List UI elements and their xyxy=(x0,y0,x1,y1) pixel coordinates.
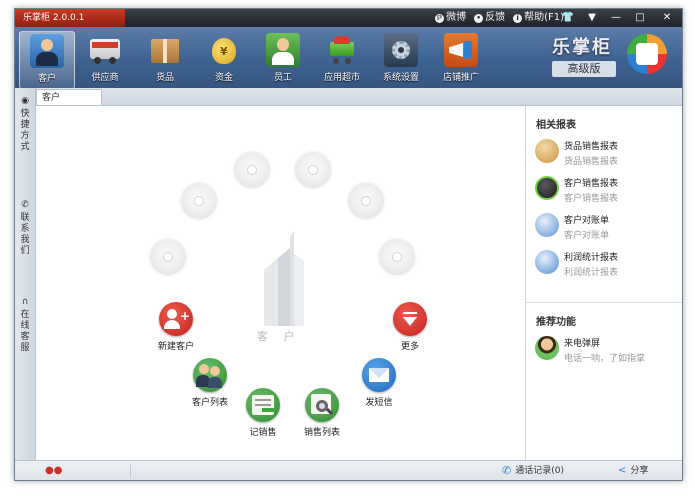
money-bag-icon: ¥ xyxy=(207,33,241,67)
record-sale-button[interactable]: 记销售 xyxy=(233,388,293,438)
customers-group-icon xyxy=(193,358,227,392)
toolbar-settings[interactable]: 系统设置 xyxy=(374,31,428,87)
tab-customers[interactable]: 客户 xyxy=(36,89,102,105)
report-customer-statement[interactable]: 客户对账单 客户对账单 xyxy=(526,210,682,247)
call-log-button[interactable]: ✆ 通话记录(0) xyxy=(502,461,564,480)
maximize-button[interactable]: □ xyxy=(628,9,652,27)
share-icon: < xyxy=(618,465,627,476)
customer-report-icon xyxy=(535,176,559,200)
toolbar-funds[interactable]: ¥ 资金 xyxy=(197,31,251,87)
hub-center-label: 客 户 xyxy=(257,330,301,343)
gear-icon xyxy=(384,33,418,67)
app-window: 乐掌柜 2.0.0.1 ℙ 微博 • 反馈 i 帮助(F1) 👕 ▼ — □ ✕ xyxy=(14,8,683,481)
empty-slot xyxy=(150,239,186,275)
app-logo-icon xyxy=(627,34,667,74)
report-goods-sales[interactable]: 货品销售报表 货品销售报表 xyxy=(526,136,682,173)
box-icon xyxy=(148,33,182,67)
new-customer-button[interactable]: + 新建客户 xyxy=(146,302,206,352)
app-title: 乐掌柜 2.0.0.1 xyxy=(15,9,125,27)
reports-title: 相关报表 xyxy=(536,120,576,131)
minimize-button[interactable]: — xyxy=(604,9,628,27)
close-button[interactable]: ✕ xyxy=(652,9,682,27)
empty-slot xyxy=(379,239,415,275)
status-divider xyxy=(130,464,131,478)
sales-book-icon xyxy=(246,388,280,422)
sidebar-contact-us[interactable]: ✆ 联 系 我 们 xyxy=(15,200,35,257)
window-controls: 👕 ▼ — □ ✕ xyxy=(556,9,682,27)
tab-strip: 客户 xyxy=(36,88,682,106)
report-customer-sales[interactable]: 客户销售报表 客户销售报表 xyxy=(526,173,682,210)
profit-chart-icon xyxy=(535,250,559,274)
employee-icon xyxy=(266,33,300,67)
brand-mark: 乐掌柜 高级版 xyxy=(552,33,626,77)
toolbar-app-market[interactable]: 应用超市 xyxy=(315,31,369,87)
report-profit[interactable]: 利润统计报表 利润统计报表 xyxy=(526,247,682,284)
share-button[interactable]: < 分享 xyxy=(618,461,648,480)
customer-hub: 客 户 + 新建客户 客户列表 记销售 销售列表 发短信 更多 xyxy=(36,106,524,460)
add-user-icon: + xyxy=(159,302,193,336)
sales-search-icon xyxy=(305,388,339,422)
empty-slot xyxy=(348,183,384,219)
skyline-illustration xyxy=(264,230,304,326)
status-bar: ●● ✆ 通话记录(0) < 分享 xyxy=(15,460,682,480)
menu-dropdown-button[interactable]: ▼ xyxy=(580,9,604,27)
sidebar-shortcuts[interactable]: ◉ 快 捷 方 式 xyxy=(15,96,35,153)
left-sidebar: ◉ 快 捷 方 式 ✆ 联 系 我 们 ∩ 在 线 客 服 xyxy=(15,88,36,460)
customer-avatar-icon xyxy=(30,34,64,68)
send-sms-button[interactable]: 发短信 xyxy=(349,358,409,408)
phone-icon: ✆ xyxy=(502,464,512,477)
toolbar-store-promotion[interactable]: 店铺推广 xyxy=(434,31,488,87)
empty-slot xyxy=(295,152,331,188)
skin-button[interactable]: 👕 xyxy=(556,9,580,27)
main-toolbar: 客户 供应商 货品 ¥ 资金 员工 应用超市 系统设置 店铺推广 乐掌柜 高级版 xyxy=(15,27,682,89)
statement-icon xyxy=(535,213,559,237)
recommend-title: 推荐功能 xyxy=(536,317,576,328)
compass-icon: ◉ xyxy=(21,96,29,106)
megaphone-icon xyxy=(444,33,478,67)
recommend-caller-popup[interactable]: 来电弹屏 电话一响，了如指掌 xyxy=(526,333,682,370)
users-icon[interactable]: ●● xyxy=(45,465,62,477)
brand-name: 乐掌柜 xyxy=(552,37,612,58)
chevron-down-icon xyxy=(393,302,427,336)
toolbar-customers[interactable]: 客户 xyxy=(19,31,75,89)
title-bar: 乐掌柜 2.0.0.1 ℙ 微博 • 反馈 i 帮助(F1) 👕 ▼ — □ ✕ xyxy=(15,9,682,27)
more-button[interactable]: 更多 xyxy=(380,302,440,352)
envelope-icon xyxy=(362,358,396,392)
info-icon: i xyxy=(513,13,523,23)
sales-list-button[interactable]: 销售列表 xyxy=(292,388,352,438)
feedback-link[interactable]: • 反馈 xyxy=(474,9,505,27)
shopping-cart-icon xyxy=(325,33,359,67)
phone-icon: ✆ xyxy=(21,200,29,210)
truck-icon xyxy=(88,33,122,67)
weibo-icon: ℙ xyxy=(435,13,445,23)
customer-list-button[interactable]: 客户列表 xyxy=(180,358,240,408)
sidebar-online-support[interactable]: ∩ 在 线 客 服 xyxy=(15,297,35,354)
weibo-link[interactable]: ℙ 微博 xyxy=(435,9,466,27)
toolbar-employees[interactable]: 员工 xyxy=(256,31,310,87)
feedback-icon: • xyxy=(474,13,484,23)
toolbar-goods[interactable]: 货品 xyxy=(138,31,192,87)
right-panel: 相关报表 货品销售报表 货品销售报表 客户销售报表 客户销售报表 客户对账单 客… xyxy=(525,106,682,460)
toolbar-suppliers[interactable]: 供应商 xyxy=(78,31,132,87)
brand-edition: 高级版 xyxy=(552,61,616,77)
goods-report-icon xyxy=(535,139,559,163)
empty-slot xyxy=(181,183,217,219)
agent-avatar-icon xyxy=(535,336,559,360)
empty-slot xyxy=(234,152,270,188)
title-actions: ℙ 微博 • 反馈 i 帮助(F1) xyxy=(435,9,564,27)
headset-icon: ∩ xyxy=(21,297,29,307)
